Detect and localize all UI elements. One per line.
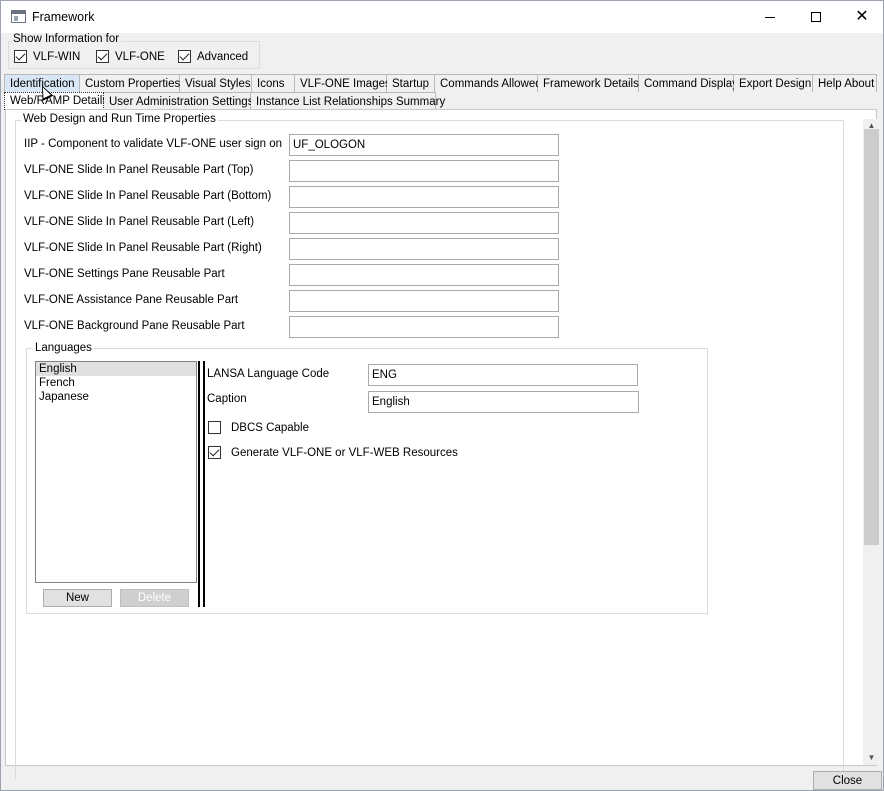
splitter-line [203, 361, 205, 607]
tab-content-panel: Web Design and Run Time Properties IIP -… [5, 109, 877, 780]
scroll-thumb[interactable] [864, 129, 879, 545]
checkbox-check-icon [178, 50, 191, 63]
assistance-pane-label: VLF-ONE Assistance Pane Reusable Part [24, 294, 239, 306]
web-design-label: Web Design and Run Time Properties [21, 113, 218, 125]
vlf-one-checkbox[interactable]: VLF-ONE [96, 50, 165, 63]
iip-field[interactable]: UF_OLOGON [289, 134, 559, 156]
vlf-win-checkbox[interactable]: VLF-WIN [14, 50, 80, 63]
caption-field[interactable]: English [368, 391, 639, 413]
generate-resources-checkbox[interactable]: Generate VLF-ONE or VLF-WEB Resources [208, 446, 458, 459]
dbcs-capable-label: DBCS Capable [231, 421, 309, 434]
iip-label: IIP - Component to validate VLF-ONE user… [24, 138, 283, 150]
list-item[interactable]: Japanese [36, 390, 196, 404]
tab-user-administration-settings[interactable]: User Administration Settings [104, 92, 253, 110]
title-bar: Framework ✕ [1, 1, 883, 33]
languages-label: Languages [33, 342, 94, 354]
vertical-scrollbar[interactable]: ▲ ▼ [863, 119, 880, 765]
app-icon [11, 10, 26, 23]
minimize-icon [765, 16, 775, 18]
tab-export-design[interactable]: Export Design [734, 74, 813, 92]
tab-command-display[interactable]: Command Display [639, 74, 738, 92]
slide-right-field[interactable] [289, 238, 559, 260]
generate-resources-label: Generate VLF-ONE or VLF-WEB Resources [231, 446, 458, 459]
tab-help-about[interactable]: Help About [813, 74, 877, 92]
settings-pane-label: VLF-ONE Settings Pane Reusable Part [24, 268, 225, 280]
scroll-down-icon[interactable]: ▼ [863, 751, 880, 763]
assistance-pane-field[interactable] [289, 290, 559, 312]
slide-left-field[interactable] [289, 212, 559, 234]
language-code-field[interactable]: ENG [368, 364, 638, 386]
vlf-win-label: VLF-WIN [33, 50, 81, 63]
close-button[interactable]: Close [813, 771, 882, 790]
list-item[interactable]: French [36, 376, 196, 390]
vlf-one-label: VLF-ONE [115, 50, 165, 63]
checkbox-check-icon [14, 50, 27, 63]
advanced-checkbox[interactable]: Advanced [178, 50, 248, 63]
secondary-tab-row: Web/RAMP Details User Administration Set… [4, 92, 445, 110]
maximize-button[interactable] [793, 1, 839, 33]
slide-right-label: VLF-ONE Slide In Panel Reusable Part (Ri… [24, 242, 262, 254]
tab-custom-properties[interactable]: Custom Properties [80, 74, 180, 92]
list-item[interactable]: English [36, 362, 196, 376]
show-info-label: Show Information for [11, 33, 122, 45]
new-language-button[interactable]: New [43, 589, 112, 607]
checkbox-icon [208, 421, 221, 434]
tab-commands-allowed[interactable]: Commands Allowed [435, 74, 542, 92]
checkbox-check-icon [96, 50, 109, 63]
languages-list[interactable]: English French Japanese [35, 361, 197, 583]
minimize-button[interactable] [747, 1, 793, 33]
checkbox-check-icon [208, 446, 221, 459]
tab-framework-details[interactable]: Framework Details [538, 74, 639, 92]
close-window-button[interactable]: ✕ [839, 1, 884, 33]
settings-pane-field[interactable] [289, 264, 559, 286]
background-pane-label: VLF-ONE Background Pane Reusable Part [24, 320, 245, 332]
background-pane-field[interactable] [289, 316, 559, 338]
tab-icons[interactable]: Icons [252, 74, 295, 92]
tab-startup[interactable]: Startup [387, 74, 435, 92]
advanced-label: Advanced [197, 50, 249, 63]
slide-bottom-label: VLF-ONE Slide In Panel Reusable Part (Bo… [24, 190, 272, 202]
framework-window: Framework ✕ Show Information for VLF-WIN… [0, 0, 884, 791]
tab-vlf-one-images[interactable]: VLF-ONE Images [295, 74, 391, 92]
slide-bottom-field[interactable] [289, 186, 559, 208]
tab-web-ramp-details[interactable]: Web/RAMP Details [4, 92, 108, 110]
primary-tab-row: Identification Custom Properties Visual … [4, 74, 877, 92]
tab-visual-styles[interactable]: Visual Styles [180, 74, 252, 92]
slide-top-label: VLF-ONE Slide In Panel Reusable Part (To… [24, 164, 254, 176]
caption-label: Caption [207, 393, 247, 405]
tab-instance-list-relationships-summary[interactable]: Instance List Relationships Summary [251, 92, 445, 110]
dbcs-capable-checkbox[interactable]: DBCS Capable [208, 421, 309, 434]
splitter-handle[interactable] [198, 361, 200, 607]
maximize-icon [811, 12, 821, 22]
language-code-label: LANSA Language Code [207, 368, 330, 380]
window-title: Framework [32, 10, 95, 24]
close-icon: ✕ [855, 8, 869, 25]
slide-left-label: VLF-ONE Slide In Panel Reusable Part (Le… [24, 216, 255, 228]
delete-language-button[interactable]: Delete [120, 589, 189, 607]
slide-top-field[interactable] [289, 160, 559, 182]
